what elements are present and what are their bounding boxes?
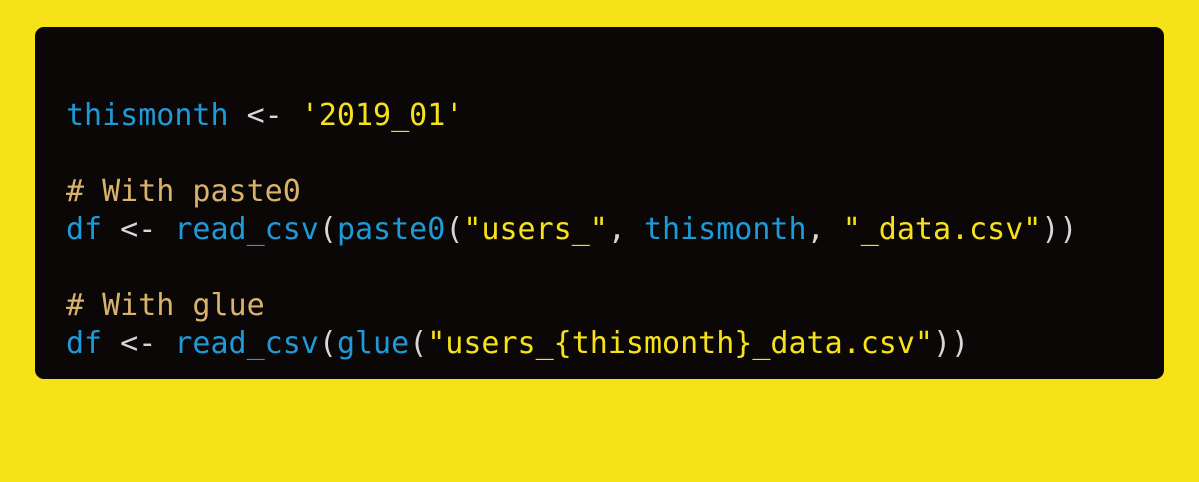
identifier-df: df <box>66 212 103 247</box>
page: { "colors": { "background": "#f7e119", "… <box>0 0 1199 406</box>
string-literal: "users_{thismonth}_data.csv" <box>427 326 933 361</box>
string-literal: "_data.csv" <box>842 212 1042 247</box>
comma-separator: , <box>806 212 843 247</box>
comment: # With glue <box>66 288 265 323</box>
identifier-thismonth: thismonth <box>66 98 229 133</box>
assign-operator: <- <box>102 212 175 247</box>
assign-operator: <- <box>102 326 175 361</box>
comma-separator: , <box>607 212 644 247</box>
paren-open: ( <box>445 212 464 247</box>
function-read-csv: read_csv <box>174 212 319 247</box>
function-glue: glue <box>336 326 410 361</box>
code-line-comment-paste0: # With paste0 <box>66 173 301 211</box>
string-literal: "users_" <box>463 212 608 247</box>
code-line-assign-thismonth: thismonth <- '2019_01' <box>66 97 463 135</box>
code-panel: thismonth <- '2019_01' # With paste0 df … <box>35 27 1164 379</box>
paren-close: )) <box>1041 212 1078 247</box>
paren-close: )) <box>932 326 970 361</box>
comment: # With paste0 <box>66 174 301 209</box>
paren-open: ( <box>318 212 337 247</box>
paren-open: ( <box>318 326 337 361</box>
code-block: thismonth <- '2019_01' # With paste0 df … <box>66 27 1078 482</box>
function-paste0: paste0 <box>336 212 446 247</box>
string-literal: '2019_01' <box>300 98 464 133</box>
code-line-comment-glue: # With glue <box>66 287 265 325</box>
code-line-glue-call: df <- read_csv(glue("users_{thismonth}_d… <box>66 325 969 363</box>
code-line-paste0-call: df <- read_csv(paste0("users_", thismont… <box>66 211 1078 249</box>
identifier-thismonth: thismonth <box>644 212 807 247</box>
assign-operator: <- <box>228 98 301 133</box>
identifier-df: df <box>66 326 103 361</box>
function-read-csv: read_csv <box>174 326 319 361</box>
paren-open: ( <box>409 326 428 361</box>
